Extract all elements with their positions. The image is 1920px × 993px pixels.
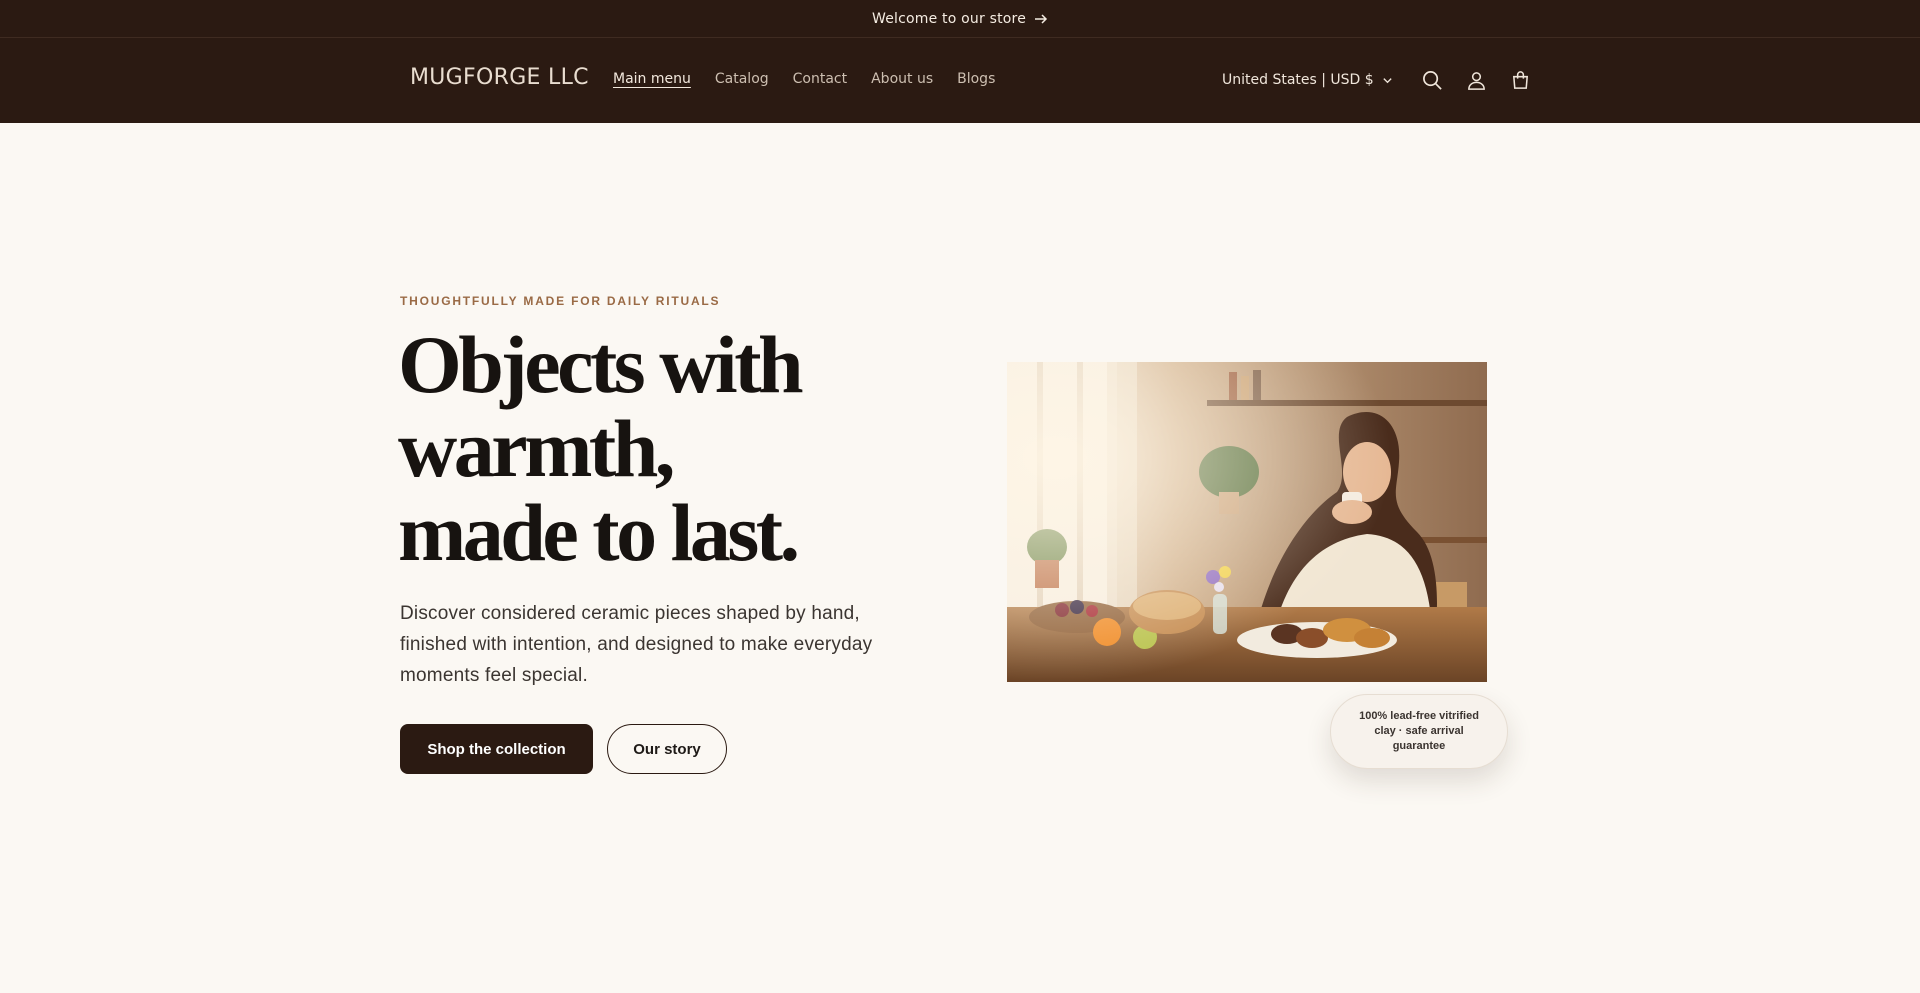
cart-icon bbox=[1513, 70, 1529, 89]
account-icon bbox=[1468, 71, 1486, 90]
headline-line-2: warmth, bbox=[398, 403, 675, 494]
announcement-text: Welcome to our store bbox=[871, 10, 1027, 27]
nav-item-about-us[interactable]: About us bbox=[871, 71, 933, 87]
nav-item-blogs[interactable]: Blogs bbox=[957, 71, 995, 87]
hero-section: THOUGHTFULLY MADE FOR DAILY RITUALS Obje… bbox=[0, 123, 1920, 993]
announcement-link[interactable]: Welcome to our store bbox=[872, 11, 1048, 27]
trust-badge: 100% lead-free vitrified clay · safe arr… bbox=[1330, 694, 1508, 769]
hero-illustration bbox=[1007, 362, 1487, 682]
hero-description: Discover considered ceramic pieces shape… bbox=[400, 603, 873, 686]
store-logo[interactable]: MUGFORGE LLC bbox=[410, 65, 589, 90]
our-story-button[interactable]: Our story bbox=[607, 724, 727, 774]
headline-line-1: Objects with bbox=[398, 319, 804, 410]
country-selector-label: United States | USD $ bbox=[1222, 72, 1374, 88]
header-actions: United States | USD $ bbox=[1222, 60, 1543, 100]
nav-item-catalog[interactable]: Catalog bbox=[715, 71, 769, 87]
cart-button[interactable] bbox=[1499, 60, 1543, 100]
headline-line-3: made to last. bbox=[398, 487, 800, 578]
shop-collection-button[interactable]: Shop the collection bbox=[400, 724, 593, 774]
hero-headline: Objects with warmth, made to last. bbox=[398, 323, 958, 575]
search-icon bbox=[1423, 70, 1442, 90]
main-nav: Main menu Catalog Contact About us Blogs bbox=[613, 71, 995, 87]
announcement-bar: Welcome to our store bbox=[0, 0, 1920, 38]
hero-image bbox=[1007, 362, 1487, 682]
nav-item-contact[interactable]: Contact bbox=[793, 71, 847, 87]
hero-eyebrow: THOUGHTFULLY MADE FOR DAILY RITUALS bbox=[400, 294, 721, 308]
nav-item-main-menu[interactable]: Main menu bbox=[613, 71, 691, 87]
chevron-down-icon bbox=[1383, 77, 1392, 83]
account-button[interactable] bbox=[1455, 60, 1499, 100]
country-selector[interactable]: United States | USD $ bbox=[1222, 72, 1393, 88]
site-header: MUGFORGE LLC Main menu Catalog Contact A… bbox=[0, 38, 1920, 123]
arrow-right-icon bbox=[1035, 13, 1048, 24]
search-button[interactable] bbox=[1411, 60, 1455, 100]
